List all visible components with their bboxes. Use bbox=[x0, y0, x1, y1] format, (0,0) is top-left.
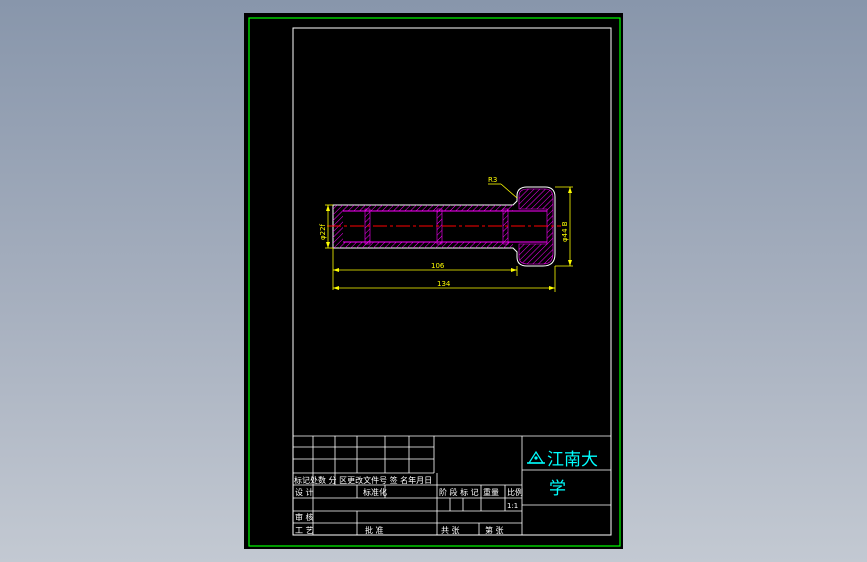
dim-fillet-radius: R3 bbox=[488, 176, 497, 184]
shank-wall-bottom bbox=[333, 242, 513, 248]
review-label: 审 核 bbox=[295, 512, 314, 522]
scale-value: 1:1 bbox=[507, 502, 518, 510]
dim-overall-length: 134 bbox=[437, 280, 451, 288]
school-logo-icon bbox=[527, 450, 545, 464]
sheet-number-label: 第 张 bbox=[485, 525, 504, 535]
process-label: 工 艺 bbox=[295, 526, 314, 535]
drawing-sheet: φ22f φ44 B R3 106 134 江南大 学 标记处数 分 区更改文件… bbox=[244, 13, 623, 549]
drawing-canvas: φ22f φ44 B R3 106 134 江南大 学 标记处数 分 区更改文件… bbox=[248, 17, 621, 547]
revision-header: 标记处数 分 区更改文件号 签 名年月日 bbox=[294, 475, 432, 485]
scale-label: 比例 bbox=[507, 487, 523, 497]
design-value: 标准化 bbox=[363, 487, 387, 497]
school-name-line1: 江南大 bbox=[547, 450, 598, 470]
weight-label: 重量 bbox=[483, 487, 499, 497]
dim-head-diameter: φ44 B bbox=[561, 221, 569, 242]
approve-label: 批 准 bbox=[365, 525, 384, 535]
total-sheets-label: 共 张 bbox=[441, 526, 460, 535]
dim-shank-length: 106 bbox=[431, 262, 445, 270]
bolt-part bbox=[327, 186, 561, 267]
shank-wall-top bbox=[333, 205, 513, 211]
school-name-line2: 学 bbox=[549, 479, 566, 499]
dim-shank-diameter: φ22f bbox=[319, 223, 327, 240]
stage-mark-label: 阶 段 标 记 bbox=[439, 487, 479, 497]
design-label: 设 计 bbox=[295, 487, 314, 497]
